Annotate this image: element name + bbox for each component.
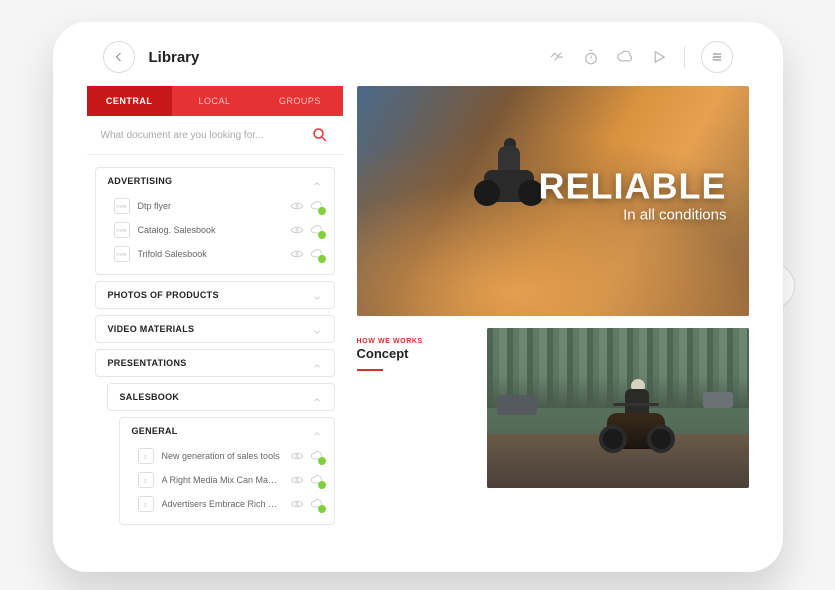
category-video: VIDEO MATERIALS xyxy=(95,315,335,343)
doc-label: A Right Media Mix Can Make ... xyxy=(162,475,282,485)
category-photos: PHOTOS OF PRODUCTS xyxy=(95,281,335,309)
category-advertising: ADVERTISING TYPE Dtp flyer xyxy=(95,167,335,275)
search-input[interactable] xyxy=(101,130,311,141)
chevron-up-icon xyxy=(312,358,322,368)
file-type-icon: TYPE xyxy=(114,222,130,238)
chevron-down-icon xyxy=(312,290,322,300)
doc-item[interactable]: ▢ New generation of sales tools xyxy=(120,444,334,468)
doc-item[interactable]: TYPE Dtp flyer xyxy=(96,194,334,218)
eye-icon[interactable] xyxy=(290,223,304,237)
search-row xyxy=(87,116,343,155)
doc-item[interactable]: TYPE Catalog. Salesbook xyxy=(96,218,334,242)
tab-central[interactable]: CENTRAL xyxy=(87,86,172,116)
status-badge xyxy=(318,481,326,489)
file-type-icon: TYPE xyxy=(114,198,130,214)
play-icon[interactable] xyxy=(650,48,668,66)
eye-icon[interactable] xyxy=(290,199,304,213)
tab-local[interactable]: LOCAL xyxy=(172,86,257,116)
hero-subtitle: In all conditions xyxy=(539,207,727,224)
content-area: CENTRAL LOCAL GROUPS ADVERTISING xyxy=(87,86,749,566)
arrow-left-icon xyxy=(113,51,125,63)
source-tabs: CENTRAL LOCAL GROUPS xyxy=(87,86,343,116)
doc-label: Advertisers Embrace Rich Me... xyxy=(162,499,282,509)
status-badge xyxy=(318,231,326,239)
doc-item[interactable]: TYPE Trifold Salesbook xyxy=(96,242,334,266)
cloud-download-icon[interactable] xyxy=(310,247,324,261)
category-presentations: PRESENTATIONS xyxy=(95,349,335,377)
secondary-image[interactable] xyxy=(487,328,749,488)
cloud-download-icon[interactable] xyxy=(310,473,324,487)
cloud-download-icon[interactable] xyxy=(310,497,324,511)
doc-label: New generation of sales tools xyxy=(162,451,282,461)
tablet-frame: Library xyxy=(53,22,783,572)
bg-vehicle xyxy=(703,392,733,408)
eye-icon[interactable] xyxy=(290,473,304,487)
category-header-video[interactable]: VIDEO MATERIALS xyxy=(96,316,334,342)
eye-icon[interactable] xyxy=(290,497,304,511)
atv-graphic xyxy=(597,389,677,459)
doc-label: Catalog. Salesbook xyxy=(138,225,282,235)
status-badge xyxy=(318,255,326,263)
app-screen: Library xyxy=(87,28,749,566)
cloud-download-icon[interactable] xyxy=(310,449,324,463)
chevron-up-icon xyxy=(312,392,322,402)
chevron-up-icon xyxy=(312,426,322,436)
category-header-presentations[interactable]: PRESENTATIONS xyxy=(96,350,334,376)
secondary-row: HOW WE WORKS Concept xyxy=(357,328,749,488)
concept-title: Concept xyxy=(357,346,475,361)
topbar: Library xyxy=(87,28,749,86)
category-header-photos[interactable]: PHOTOS OF PRODUCTS xyxy=(96,282,334,308)
stopwatch-icon[interactable] xyxy=(582,48,600,66)
file-type-icon: ▢ xyxy=(138,496,154,512)
chevron-up-icon xyxy=(312,176,322,186)
eye-icon[interactable] xyxy=(290,449,304,463)
handshake-icon[interactable] xyxy=(548,48,566,66)
status-badge xyxy=(318,505,326,513)
doc-item[interactable]: ▢ A Right Media Mix Can Make ... xyxy=(120,468,334,492)
category-list: ADVERTISING TYPE Dtp flyer xyxy=(87,155,343,525)
category-general: GENERAL ▢ New generation of sales tools xyxy=(119,417,335,525)
hero-caption: RELIABLE In all conditions xyxy=(539,169,727,224)
doc-label: Trifold Salesbook xyxy=(138,249,282,259)
status-badge xyxy=(318,457,326,465)
bg-vehicle xyxy=(497,395,537,415)
status-badge xyxy=(318,207,326,215)
hero-image[interactable]: RELIABLE In all conditions xyxy=(357,86,749,316)
accent-divider xyxy=(357,369,383,371)
back-button[interactable] xyxy=(103,41,135,73)
cloud-download-icon[interactable] xyxy=(310,223,324,237)
cloud-download-icon[interactable] xyxy=(310,199,324,213)
hero-vehicle-graphic xyxy=(474,150,544,210)
hero-title: RELIABLE xyxy=(539,169,727,205)
category-header-general[interactable]: GENERAL xyxy=(120,418,334,444)
file-type-icon: ▢ xyxy=(138,448,154,464)
sidebar: CENTRAL LOCAL GROUPS ADVERTISING xyxy=(87,86,343,566)
category-salesbook: SALESBOOK xyxy=(107,383,335,411)
preview-panel: RELIABLE In all conditions HOW WE WORKS … xyxy=(343,86,749,566)
concept-eyebrow: HOW WE WORKS xyxy=(357,338,475,345)
page-title: Library xyxy=(149,49,200,66)
divider xyxy=(684,46,685,68)
cloud-icon[interactable] xyxy=(616,48,634,66)
file-type-icon: TYPE xyxy=(114,246,130,262)
eye-icon[interactable] xyxy=(290,247,304,261)
category-header-salesbook[interactable]: SALESBOOK xyxy=(108,384,334,410)
concept-card[interactable]: HOW WE WORKS Concept xyxy=(357,328,487,488)
doc-item[interactable]: ▢ Advertisers Embrace Rich Me... xyxy=(120,492,334,516)
doc-label: Dtp flyer xyxy=(138,201,282,211)
category-header-advertising[interactable]: ADVERTISING xyxy=(96,168,334,194)
tab-groups[interactable]: GROUPS xyxy=(257,86,342,116)
menu-button[interactable] xyxy=(701,41,733,73)
search-icon[interactable] xyxy=(311,126,329,144)
file-type-icon: ▢ xyxy=(138,472,154,488)
chevron-down-icon xyxy=(312,324,322,334)
